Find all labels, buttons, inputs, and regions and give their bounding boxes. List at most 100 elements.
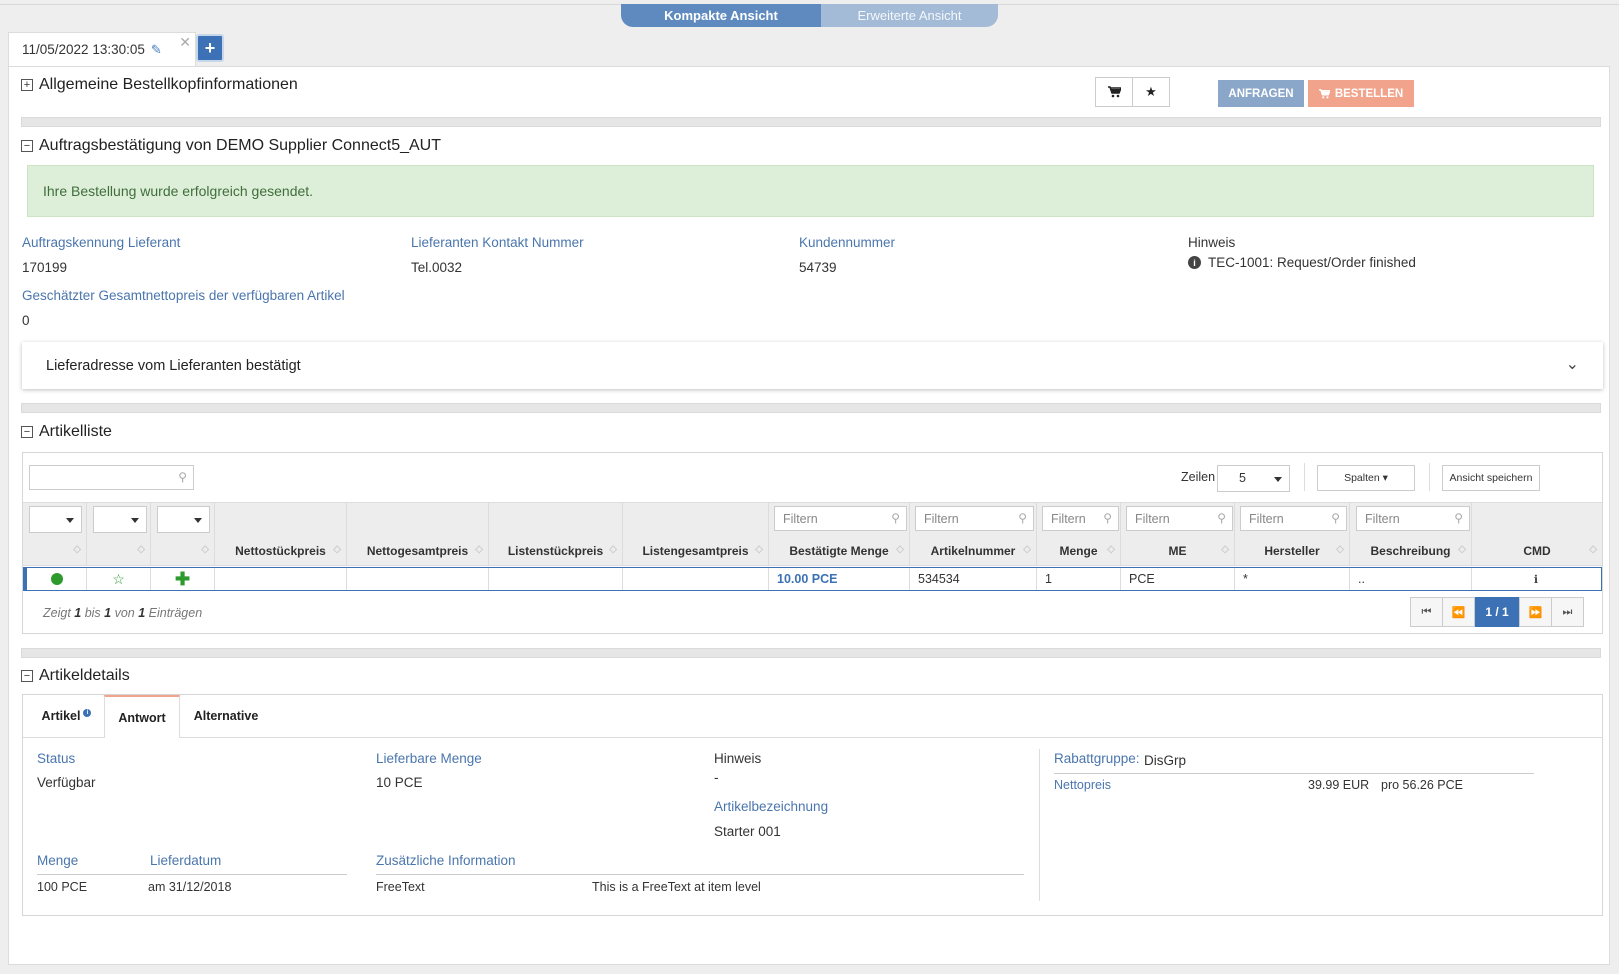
cart-button[interactable] [1095, 77, 1133, 107]
col-favorite[interactable]: ◇ [87, 536, 151, 566]
sort-icon: ◇ [896, 544, 904, 555]
star-icon: ★ [1145, 84, 1157, 99]
chevron-down-icon[interactable]: ⌄ [1566, 354, 1579, 374]
edit-pencil-icon[interactable]: ✎ [151, 42, 162, 58]
article-list-section-title[interactable]: − Artikelliste [21, 423, 112, 441]
tab-artikel[interactable]: Artikel i [29, 695, 104, 737]
col-net-unit-price[interactable]: Nettostückpreis ◇ [215, 536, 347, 566]
rows-select[interactable]: 5 [1217, 465, 1290, 492]
status-cell [27, 568, 87, 590]
col-net-total-price[interactable]: Nettogesamtpreis ◇ [347, 536, 489, 566]
qty-cell: 1 [1037, 568, 1121, 590]
additional-info-label: Zusätzliche Information [376, 853, 516, 868]
sort-icon: ◇ [609, 544, 617, 555]
save-view-button[interactable]: Ansicht speichern [1442, 465, 1540, 491]
confirmation-section-title[interactable]: − Auftragsbestätigung von DEMO Supplier … [21, 137, 441, 155]
table-row[interactable]: ☆ ✚ 10.00 PCE 534534 1 PCE * .. ℹ [23, 567, 1602, 591]
order-button[interactable]: BESTELLEN [1308, 80, 1414, 107]
columns-button[interactable]: Spalten ▾ [1317, 465, 1415, 491]
col-confirmed-qty[interactable]: Bestätigte Menge ◇ [769, 536, 910, 566]
vertical-divider [1039, 749, 1040, 901]
filter-input-qty[interactable]: Filtern ⚲ [1042, 506, 1119, 531]
rows-select-value: 5 [1239, 471, 1246, 485]
request-button[interactable]: ANFRAGEN [1218, 80, 1304, 107]
col-article-no[interactable]: Artikelnummer ◇ [910, 536, 1037, 566]
hint-value-row: i TEC-1001: Request/Order finished [1188, 255, 1416, 270]
list-unit-price-cell [489, 568, 623, 590]
section-title-text: Allgemeine Bestellkopfinformationen [39, 76, 298, 93]
customer-number-label: Kundennummer [799, 235, 896, 250]
supplier-order-id-value: 170199 [22, 260, 68, 275]
col-list-total-price[interactable]: Listengesamtpreis ◇ [623, 536, 769, 566]
col-manufacturer[interactable]: Hersteller ◇ [1235, 536, 1350, 566]
col-alternative[interactable]: ◇ [151, 536, 215, 566]
net-price-per: pro 56.26 PCE [1381, 778, 1463, 792]
column-label: ME [1168, 544, 1187, 558]
favorite-filter-select[interactable] [93, 506, 147, 533]
filter-placeholder: Filtern [783, 511, 818, 526]
collapse-icon: − [21, 426, 33, 438]
section-separator [21, 648, 1601, 658]
col-unit[interactable]: ME ◇ [1121, 536, 1235, 566]
divider [1054, 773, 1534, 774]
filter-input-article-no[interactable]: Filtern ⚲ [915, 506, 1034, 531]
filter-placeholder: Filtern [1135, 511, 1170, 526]
last-page-button[interactable]: ⏭ [1551, 597, 1584, 627]
rows-label: Zeilen [1181, 470, 1216, 484]
article-designation-value: Starter 001 [714, 824, 781, 839]
global-search-input[interactable]: ⚲ [29, 465, 194, 490]
sort-icon: ◇ [1458, 544, 1466, 555]
divider [37, 874, 347, 875]
filter-input-manufacturer[interactable]: Filtern ⚲ [1240, 506, 1347, 531]
col-status[interactable]: ◇ [23, 536, 87, 566]
info-icon[interactable]: ℹ [1472, 568, 1600, 590]
close-icon[interactable]: ✕ [179, 34, 191, 51]
compact-view-button[interactable]: Kompakte Ansicht [621, 4, 821, 27]
first-page-button[interactable]: ⏮ [1410, 597, 1443, 627]
search-icon: ⚲ [1217, 511, 1226, 525]
general-header-section-title[interactable]: + Allgemeine Bestellkopfinformationen [21, 76, 298, 94]
next-page-button[interactable]: ⏩ [1519, 597, 1552, 627]
col-list-unit-price[interactable]: Listenstückpreis ◇ [489, 536, 623, 566]
filter-input-confirmed-qty[interactable]: Filtern ⚲ [774, 506, 907, 531]
star-outline-icon[interactable]: ☆ [112, 571, 125, 588]
section-title-text: Artikeldetails [39, 667, 130, 684]
section-title-text: Auftragsbestätigung von DEMO Supplier Co… [39, 137, 441, 154]
expand-icon: + [21, 79, 33, 91]
delivery-address-panel[interactable]: Lieferadresse vom Lieferanten bestätigt … [22, 342, 1603, 389]
confirmed-qty-cell: 10.00 PCE [769, 568, 910, 590]
favorite-cell[interactable]: ☆ [87, 568, 151, 590]
tab-alternative[interactable]: Alternative [180, 695, 272, 737]
filter-input-description[interactable]: Filtern ⚲ [1356, 506, 1470, 531]
sort-icon: ◇ [333, 544, 341, 555]
sort-icon: ◇ [201, 544, 209, 555]
add-tab-button[interactable]: + [196, 34, 224, 62]
info-text: Zeigt [43, 606, 75, 620]
article-details-section-title[interactable]: − Artikeldetails [21, 667, 130, 685]
col-description[interactable]: Beschreibung ◇ [1350, 536, 1472, 566]
columns-button-label: Spalten [1344, 472, 1380, 484]
status-filter-select[interactable] [29, 506, 82, 533]
search-icon: ⚲ [1103, 511, 1112, 525]
alternative-filter-select[interactable] [157, 506, 210, 533]
tab-label: Artikel [41, 709, 81, 723]
detail-qty-label: Menge [37, 853, 79, 868]
prev-page-button[interactable]: ⏪ [1442, 597, 1475, 627]
supplier-contact-label: Lieferanten Kontakt Nummer [411, 235, 584, 250]
plus-icon[interactable]: ✚ [175, 569, 190, 590]
article-designation-label: Artikelbezeichnung [714, 799, 829, 814]
manufacturer-cell: * [1235, 568, 1350, 590]
extended-view-button[interactable]: Erweiterte Ansicht [821, 4, 998, 27]
order-button-label: BESTELLEN [1334, 87, 1404, 100]
search-icon: ⚲ [1331, 511, 1340, 525]
order-tab[interactable]: 11/05/2022 13:30:05 ✎ ✕ [8, 32, 196, 66]
col-qty[interactable]: Menge ◇ [1037, 536, 1121, 566]
current-page[interactable]: 1 / 1 [1475, 597, 1519, 627]
favorite-button[interactable]: ★ [1132, 77, 1170, 107]
filter-input-unit[interactable]: Filtern ⚲ [1126, 506, 1233, 531]
tab-antwort[interactable]: Antwort [104, 695, 180, 738]
alternative-cell[interactable]: ✚ [151, 568, 215, 590]
detail-hint-value: - [714, 770, 719, 785]
status-value: Verfügbar [37, 775, 96, 790]
col-cmd[interactable]: CMD ◇ [1472, 536, 1602, 566]
